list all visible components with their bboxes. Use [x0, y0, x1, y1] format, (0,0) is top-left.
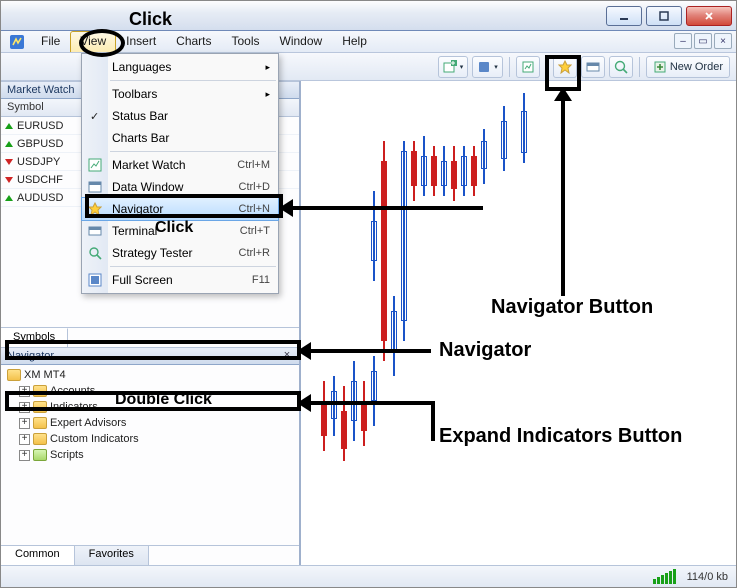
mdi-restore-button[interactable]: ▭	[694, 33, 712, 49]
toolbar-new-order-button[interactable]: New Order	[646, 56, 730, 78]
toolbar-new-order-label: New Order	[670, 61, 723, 73]
menu-file[interactable]: File	[31, 31, 70, 52]
strategy-tester-icon	[87, 245, 103, 261]
toolbar-market-watch-button[interactable]	[516, 56, 540, 78]
toolbar-profiles-button[interactable]: ▾	[472, 56, 503, 78]
navigator-close-button[interactable]: ×	[281, 350, 293, 362]
expand-indicators-button[interactable]: +	[19, 402, 30, 413]
menu-status-bar[interactable]: ✓Status Bar	[82, 105, 278, 127]
window-close-button[interactable]	[686, 6, 732, 26]
menu-data-window[interactable]: Data WindowCtrl+D	[82, 176, 278, 198]
arrow-down-icon	[5, 177, 13, 183]
arrow-up-icon	[5, 141, 13, 147]
tree-custom-indicators[interactable]: +Custom Indicators	[3, 431, 297, 447]
window-minimize-button[interactable]	[606, 6, 642, 26]
tree-expert-advisors[interactable]: +Expert Advisors	[3, 415, 297, 431]
folder-icon	[33, 401, 47, 413]
market-watch-icon	[87, 157, 103, 173]
connection-bars-icon	[653, 569, 677, 584]
menu-full-screen[interactable]: Full ScreenF11	[82, 269, 278, 291]
full-screen-icon	[87, 272, 103, 288]
tree-accounts[interactable]: +Accounts	[3, 383, 297, 399]
expand-icon[interactable]: +	[19, 418, 30, 429]
menu-charts-bar[interactable]: Charts Bar	[82, 127, 278, 149]
arrow-down-icon	[5, 159, 13, 165]
menu-charts[interactable]: Charts	[166, 31, 221, 52]
menu-terminal[interactable]: TerminalCtrl+T	[82, 220, 278, 242]
menu-strategy-tester[interactable]: Strategy TesterCtrl+R	[82, 242, 278, 264]
menu-navigator[interactable]: NavigatorCtrl+N	[82, 198, 278, 220]
folder-icon	[33, 433, 47, 445]
toolbar-navigator-button[interactable]	[553, 56, 577, 78]
navigator-icon	[87, 201, 103, 217]
tab-symbols[interactable]: Symbols	[1, 328, 68, 347]
expand-icon[interactable]: +	[19, 386, 30, 397]
app-icon	[7, 31, 27, 52]
folder-icon	[33, 385, 47, 397]
arrow-up-icon	[5, 195, 13, 201]
menu-tools[interactable]: Tools	[222, 31, 270, 52]
data-window-icon	[87, 179, 103, 195]
connection-status: 114/0 kb	[687, 571, 728, 583]
menu-toolbars[interactable]: Toolbars▸	[82, 83, 278, 105]
terminal-icon	[87, 223, 103, 239]
menu-window[interactable]: Window	[270, 31, 333, 52]
tab-common[interactable]: Common	[1, 546, 75, 565]
tree-indicators[interactable]: +Indicators	[3, 399, 297, 415]
menu-help[interactable]: Help	[332, 31, 377, 52]
expand-icon[interactable]: +	[19, 450, 30, 461]
menu-market-watch[interactable]: Market WatchCtrl+M	[82, 154, 278, 176]
arrow-up-icon	[5, 123, 13, 129]
mdi-close-button[interactable]: ×	[714, 33, 732, 49]
menu-insert[interactable]: Insert	[116, 31, 166, 52]
folder-icon	[33, 417, 47, 429]
navigator-tree: XM MT4 +Accounts +Indicators +Expert Adv…	[1, 365, 299, 545]
navigator-tabs: Common Favorites	[1, 545, 299, 565]
market-watch-tabs: Symbols	[1, 327, 299, 347]
tree-scripts[interactable]: +Scripts	[3, 447, 297, 463]
toolbar-terminal-button[interactable]	[581, 56, 605, 78]
menu-languages[interactable]: Languages▸	[82, 56, 278, 78]
chart-area[interactable]	[301, 81, 736, 565]
expand-icon[interactable]: +	[19, 434, 30, 445]
menu-bar: File View Insert Charts Tools Window Hel…	[1, 31, 736, 53]
folder-icon	[7, 369, 21, 381]
menu-view[interactable]: View	[70, 31, 116, 52]
mdi-minimize-button[interactable]: –	[674, 33, 692, 49]
status-bar: 114/0 kb	[1, 565, 736, 587]
view-menu-dropdown: Languages▸ Toolbars▸ ✓Status Bar Charts …	[81, 53, 279, 294]
script-icon	[33, 449, 47, 461]
window-maximize-button[interactable]	[646, 6, 682, 26]
toolbar-strategy-tester-button[interactable]	[609, 56, 633, 78]
window-titlebar	[1, 1, 736, 31]
tree-root[interactable]: XM MT4	[3, 367, 297, 383]
navigator-header: Navigator×	[1, 347, 299, 365]
toolbar-new-chart-button[interactable]: ▾	[438, 56, 469, 78]
tab-favorites[interactable]: Favorites	[75, 546, 149, 565]
